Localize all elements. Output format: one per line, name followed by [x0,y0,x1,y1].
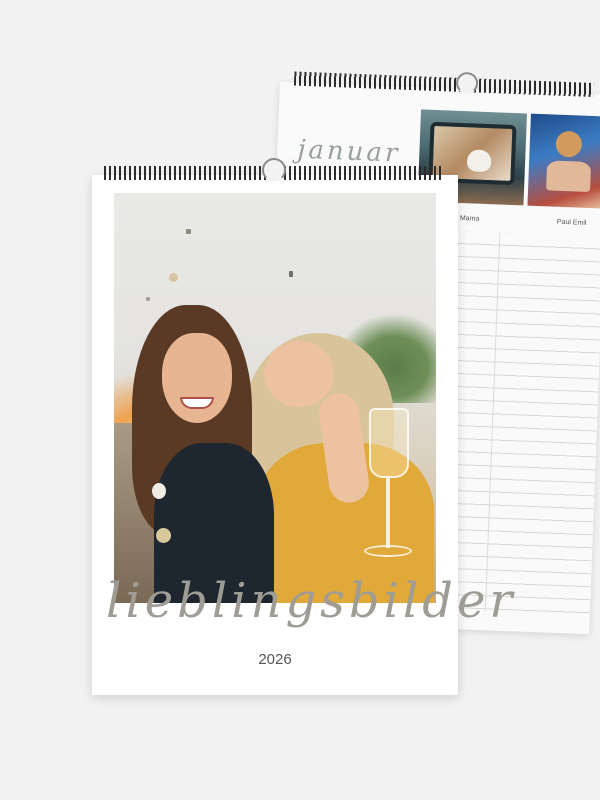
calendar-year: 2026 [258,651,292,668]
calendar-title: lieblingsbilder [106,573,517,629]
hanging-hook [262,158,286,182]
woman-laughing-face [264,341,334,407]
confetti [146,297,150,301]
planner-grid [439,230,600,617]
confetti [152,483,166,499]
photo-ice-cream [527,113,600,209]
cover-photo [114,193,436,603]
champagne-glass [369,408,409,478]
column-header-paul-emil: Paul Emil [556,218,587,227]
column-header-mama: Mama [459,215,480,223]
confetti [169,273,178,282]
woman-smiling-face [162,333,232,423]
month-label: januar [296,134,401,169]
spiral-binding [293,71,595,98]
confetti [289,271,293,277]
front-calendar: lieblingsbilder 2026 [92,158,517,695]
confetti [156,528,171,543]
confetti [186,229,191,234]
